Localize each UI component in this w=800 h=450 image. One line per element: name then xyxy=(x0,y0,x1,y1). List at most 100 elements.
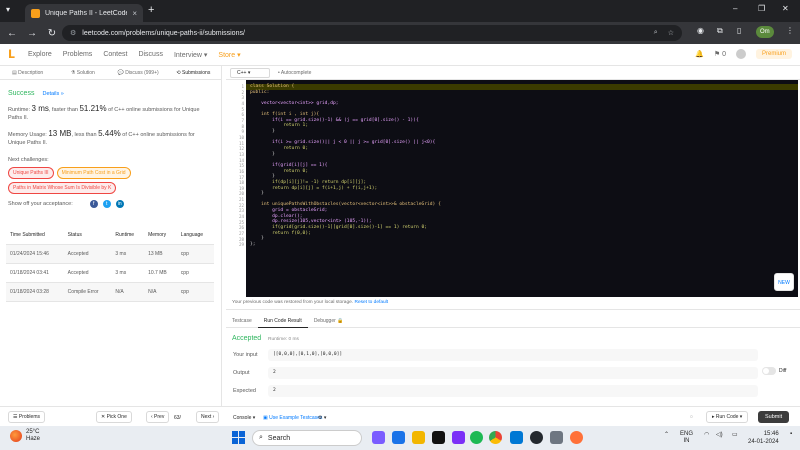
close-window-button[interactable]: ✕ xyxy=(782,4,789,13)
tab-description[interactable]: ▤ Description xyxy=(0,70,55,76)
url-bar[interactable]: ⚙ leetcode.com/problems/unique-paths-ii/… xyxy=(62,25,682,41)
submit-button[interactable]: Submit xyxy=(758,411,790,423)
table-row[interactable]: 01/18/2024 03:28 Compile Error N/A N/A c… xyxy=(6,282,214,302)
facebook-icon[interactable]: f xyxy=(89,200,98,208)
windows-start-icon[interactable] xyxy=(232,431,245,444)
puzzle-extensions-icon[interactable]: ⧉ xyxy=(717,26,723,36)
cell-status[interactable]: Accepted xyxy=(63,244,112,264)
tab-solution[interactable]: ⚗ Solution xyxy=(55,70,110,76)
nav-store[interactable]: Store ▾ xyxy=(218,51,240,59)
terminal-icon[interactable] xyxy=(432,431,445,444)
problems-button[interactable]: ☰ Problems xyxy=(8,411,45,423)
tab-testcase[interactable]: Testcase xyxy=(226,318,258,324)
reload-icon[interactable]: ↻ xyxy=(44,28,60,39)
wifi-icon[interactable]: ◠ xyxy=(704,431,709,438)
col-memory[interactable]: Memory xyxy=(144,226,177,245)
page-indicator: 63/ xyxy=(174,415,181,421)
input-value-box[interactable]: [[0,0,0],[0,1,0],[0,0,0]] xyxy=(268,349,758,361)
prev-button[interactable]: ‹ Prev xyxy=(146,411,170,423)
clock[interactable]: 15:46 24-01-2024 xyxy=(748,430,779,446)
new-tab-button[interactable]: + xyxy=(148,4,154,16)
cell-runtime: N/A xyxy=(111,282,145,302)
menu-kebab-icon[interactable]: ⋮ xyxy=(786,26,794,35)
language-indicator[interactable]: ENG IN xyxy=(680,431,693,445)
close-tab-icon[interactable]: × xyxy=(132,9,137,18)
console-gear-icon[interactable]: ⚙ ▾ xyxy=(318,415,326,421)
minimize-button[interactable]: – xyxy=(733,4,737,13)
code-editor[interactable]: class Solution {public: vector<vector<in… xyxy=(246,80,798,297)
runtime-prefix: Runtime: xyxy=(8,107,32,113)
cell-status[interactable]: Accepted xyxy=(63,263,112,283)
bell-icon[interactable]: 🔔 xyxy=(695,50,704,58)
search-icon[interactable]: ⌕ xyxy=(654,29,658,37)
line-number-gutter: 1 2 3 4 5 6 7 8 9 10 11 12 13 14 15 16 17 18 19 20 21 22 23 24 2… xyxy=(226,80,246,297)
tab-debugger[interactable]: Debugger 🔒 xyxy=(308,318,350,324)
linkedin-icon[interactable]: in xyxy=(115,200,124,208)
notification-icon[interactable]: ▪ xyxy=(790,431,792,437)
challenge-chip[interactable]: Unique Paths III xyxy=(8,167,54,179)
tray-chevron-icon[interactable]: ⌃ xyxy=(664,431,669,438)
reset-to-default-link[interactable]: Reset to default xyxy=(354,300,388,305)
github-icon[interactable] xyxy=(530,431,543,444)
console-toggle[interactable]: Console ▾ xyxy=(233,415,255,421)
app-icon[interactable] xyxy=(550,431,563,444)
weather-widget[interactable]: 25°C Haze xyxy=(10,429,40,443)
twitter-icon[interactable]: t xyxy=(102,200,111,208)
code-line[interactable]: }; xyxy=(246,242,798,248)
chrome-icon[interactable] xyxy=(489,431,502,444)
diff-switch[interactable] xyxy=(762,367,776,375)
tab-run-code-result[interactable]: Run Code Result xyxy=(257,314,308,328)
nav-discuss[interactable]: Discuss xyxy=(138,51,163,58)
user-avatar[interactable] xyxy=(735,49,746,59)
profile-avatar[interactable]: Om xyxy=(756,26,774,38)
col-runtime[interactable]: Runtime xyxy=(111,226,145,245)
run-code-button[interactable]: ▸ Run Code ▾ xyxy=(706,411,749,423)
challenge-chip[interactable]: Paths in Matrix Whose Sum Is Divisible b… xyxy=(8,182,117,194)
nav-explore[interactable]: Explore xyxy=(28,51,52,58)
col-time[interactable]: Time Submitted xyxy=(6,226,64,245)
firefox-icon[interactable] xyxy=(570,431,583,444)
next-button[interactable]: Next › xyxy=(196,411,220,423)
table-row[interactable]: 01/24/2024 15:46 Accepted 3 ms 13 MB cpp xyxy=(6,244,214,264)
nav-interview[interactable]: Interview ▾ xyxy=(174,51,207,59)
volume-icon[interactable]: ◁) xyxy=(716,431,723,438)
language-select[interactable]: C++ ▾ xyxy=(230,67,270,78)
leetcode-logo-icon[interactable]: ᒪ xyxy=(8,49,18,61)
col-language[interactable]: Language xyxy=(176,226,214,245)
taskbar-search[interactable]: ⌕ Search xyxy=(252,430,362,446)
sidepanel-icon[interactable]: ▯ xyxy=(737,26,741,35)
new-badge[interactable]: NEW xyxy=(774,273,794,291)
details-link[interactable]: Details » xyxy=(42,91,63,97)
app-icon[interactable] xyxy=(452,431,465,444)
spotify-icon[interactable] xyxy=(470,431,483,444)
battery-icon[interactable]: ▭ xyxy=(732,431,738,438)
use-example-label: Use Example Testcases xyxy=(269,415,323,421)
cell-status[interactable]: Compile Error xyxy=(63,282,112,302)
forward-icon[interactable]: → xyxy=(24,28,40,39)
tab-submissions[interactable]: ⟲ Submissions xyxy=(166,70,221,76)
notif-count[interactable]: ⚑ 0 xyxy=(714,50,726,58)
site-info-icon[interactable]: ⚙ xyxy=(70,29,76,37)
teams-icon[interactable] xyxy=(392,431,405,444)
maximize-button[interactable]: ❐ xyxy=(758,4,765,13)
extension-icon[interactable]: ◉ xyxy=(697,26,704,35)
use-example-testcases[interactable]: ▣ Use Example Testcases xyxy=(263,415,322,421)
pick-one-button[interactable]: ✕ Pick One xyxy=(96,411,132,423)
task-view-icon[interactable] xyxy=(372,431,385,444)
vscode-icon[interactable] xyxy=(510,431,523,444)
bookmark-star-icon[interactable]: ☆ xyxy=(668,29,674,37)
premium-button[interactable]: Premium xyxy=(755,49,792,59)
url-text[interactable]: leetcode.com/problems/unique-paths-ii/su… xyxy=(82,30,245,37)
nav-problems[interactable]: Problems xyxy=(63,51,93,58)
autocomplete-toggle[interactable]: • Autocomplete xyxy=(278,70,311,76)
tab-discuss[interactable]: 💬 Discuss (999+) xyxy=(111,70,166,76)
file-explorer-icon[interactable] xyxy=(412,431,425,444)
diff-toggle[interactable]: Diff xyxy=(762,367,786,375)
tab-list-icon[interactable]: ▾ xyxy=(6,5,18,17)
browser-tab[interactable]: Unique Paths II - LeetCode × xyxy=(25,4,143,22)
col-status[interactable]: Status xyxy=(63,226,112,245)
challenge-chip[interactable]: Minimum Path Cost in a Grid xyxy=(56,167,131,179)
nav-contest[interactable]: Contest xyxy=(103,51,127,58)
back-icon[interactable]: ← xyxy=(4,28,20,39)
table-row[interactable]: 01/18/2024 03:41 Accepted 3 ms 10.7 MB c… xyxy=(6,263,214,283)
